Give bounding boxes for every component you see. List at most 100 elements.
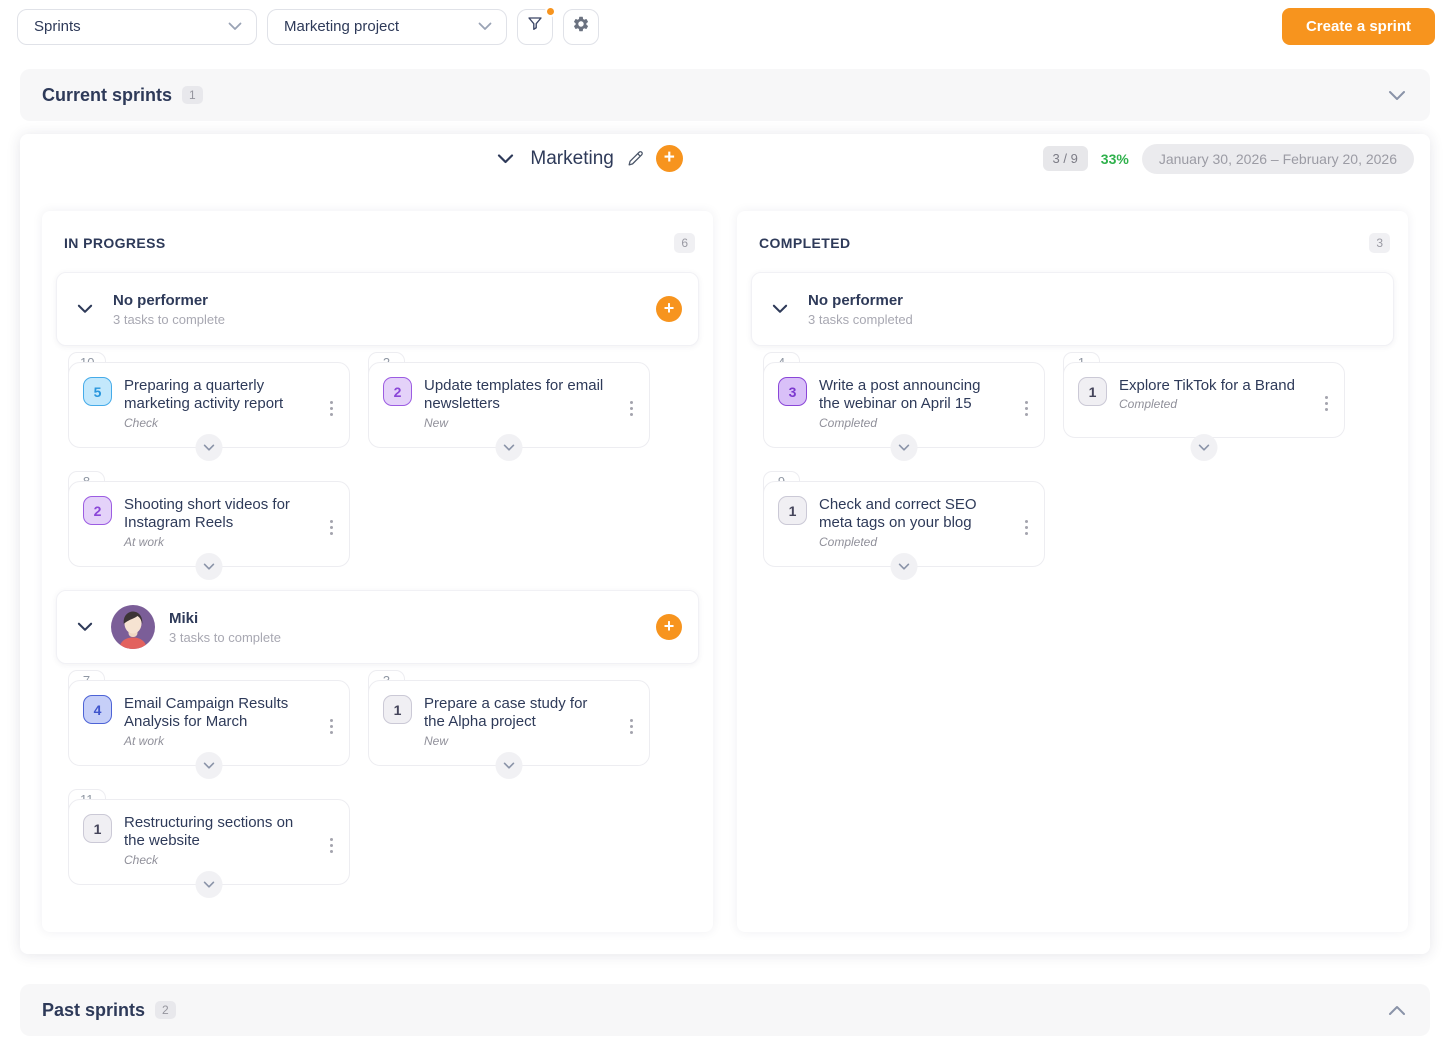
past-sprints-count-badge: 2 (155, 1001, 176, 1019)
settings-button[interactable] (563, 9, 599, 45)
sprints-view-select-value: Sprints (34, 18, 81, 35)
task-menu-icon[interactable] (322, 713, 341, 740)
priority-chip: 1 (778, 496, 807, 525)
priority-chip: 3 (778, 377, 807, 406)
priority-chip: 1 (383, 695, 412, 724)
task-title: Email Campaign Results Analysis for Marc… (124, 695, 310, 732)
task-menu-icon[interactable] (322, 395, 341, 422)
task-expand-chevron-icon[interactable] (196, 871, 223, 898)
sprint-progress-percent: 33% (1101, 151, 1129, 167)
group-name: Miki (169, 610, 281, 627)
task-expand-chevron-icon[interactable] (891, 434, 918, 461)
task-menu-icon[interactable] (1017, 514, 1036, 541)
task-expand-chevron-icon[interactable] (496, 752, 523, 779)
sprints-view-select[interactable]: Sprints (17, 9, 257, 45)
column-completed-header: COMPLETED 3 (751, 225, 1394, 253)
task-grid: 4 3 Write a post announcing the webinar … (763, 352, 1394, 580)
sprint-collapse-chevron-icon[interactable] (493, 150, 518, 168)
task-status: Completed (819, 535, 1005, 549)
gear-icon (572, 15, 590, 38)
task-title: Shooting short videos for Instagram Reel… (124, 496, 310, 533)
current-sprints-section-bar[interactable]: Current sprints 1 (20, 69, 1430, 121)
plus-icon: + (664, 148, 675, 167)
task-title: Write a post announcing the webinar on A… (819, 377, 1005, 414)
group-header: No performer 3 tasks to complete + (56, 272, 699, 346)
group-text: No performer 3 tasks to complete (113, 292, 225, 327)
group-subtitle: 3 tasks to complete (113, 312, 225, 327)
task-main: Write a post announcing the webinar on A… (819, 377, 1005, 430)
edit-pencil-icon[interactable] (624, 147, 647, 170)
task-status: Check (124, 416, 310, 430)
task-menu-icon[interactable] (1017, 395, 1036, 422)
task-card[interactable]: 1 Explore TikTok for a Brand Completed (1063, 362, 1345, 438)
chevron-up-icon[interactable] (1388, 1005, 1406, 1016)
task-menu-icon[interactable] (322, 832, 341, 859)
task-title: Check and correct SEO meta tags on your … (819, 496, 1005, 533)
task-main: Update templates for email newsletters N… (424, 377, 610, 430)
task-expand-chevron-icon[interactable] (196, 752, 223, 779)
sprint-date-range: January 30, 2026 – February 20, 2026 (1142, 144, 1414, 174)
task-expand-chevron-icon[interactable] (196, 434, 223, 461)
task-menu-icon[interactable] (622, 395, 641, 422)
chevron-down-icon (478, 18, 492, 35)
task-grid: 7 4 Email Campaign Results Analysis for … (68, 670, 699, 898)
past-sprints-title: Past sprints (42, 1000, 145, 1021)
task-status: New (424, 734, 610, 748)
group-add-task-button[interactable]: + (656, 296, 682, 322)
task-menu-icon[interactable] (1317, 390, 1336, 417)
task-status: Completed (819, 416, 1005, 430)
chevron-down-icon[interactable] (71, 616, 99, 638)
task-title: Explore TikTok for a Brand (1119, 377, 1305, 395)
task-main: Prepare a case study for the Alpha proje… (424, 695, 610, 748)
priority-chip: 1 (83, 814, 112, 843)
chevron-down-icon[interactable] (71, 298, 99, 320)
task-wrap: 9 1 Check and correct SEO meta tags on y… (763, 471, 1045, 580)
task-expand-chevron-icon[interactable] (891, 553, 918, 580)
current-sprints-count-badge: 1 (182, 86, 203, 104)
column-completed: COMPLETED 3 No performer 3 tasks complet… (737, 211, 1408, 932)
sprint-add-task-button[interactable]: + (656, 145, 683, 172)
group-name: No performer (808, 292, 913, 309)
filter-funnel-icon (526, 15, 544, 38)
priority-chip: 4 (83, 695, 112, 724)
group-no-performer-completed: No performer 3 tasks completed 4 3 Write… (751, 272, 1394, 580)
chevron-down-icon[interactable] (766, 298, 794, 320)
project-select-value: Marketing project (284, 18, 399, 35)
task-expand-chevron-icon[interactable] (196, 553, 223, 580)
sprint-progress-count: 3 / 9 (1043, 146, 1088, 171)
chevron-down-icon[interactable] (1388, 90, 1406, 101)
task-grid: 10 5 Preparing a quarterly marketing act… (68, 352, 699, 580)
current-sprints-title: Current sprints (42, 85, 172, 106)
plus-icon: + (664, 299, 675, 317)
filter-button[interactable] (517, 9, 553, 45)
group-no-performer: No performer 3 tasks to complete + 10 5 … (56, 272, 699, 580)
group-add-task-button[interactable]: + (656, 614, 682, 640)
past-sprints-section-bar[interactable]: Past sprints 2 (20, 984, 1430, 1036)
task-status: At work (124, 535, 310, 549)
task-expand-chevron-icon[interactable] (1191, 434, 1218, 461)
create-sprint-button[interactable]: Create a sprint (1282, 8, 1435, 45)
task-menu-icon[interactable] (622, 713, 641, 740)
task-menu-icon[interactable] (322, 514, 341, 541)
priority-chip: 1 (1078, 377, 1107, 406)
priority-chip: 2 (83, 496, 112, 525)
group-text: Miki 3 tasks to complete (169, 610, 281, 645)
task-title: Update templates for email newsletters (424, 377, 610, 414)
task-main: Shooting short videos for Instagram Reel… (124, 496, 310, 549)
group-subtitle: 3 tasks completed (808, 312, 913, 327)
task-main: Check and correct SEO meta tags on your … (819, 496, 1005, 549)
task-expand-chevron-icon[interactable] (496, 434, 523, 461)
task-main: Restructuring sections on the website Ch… (124, 814, 310, 867)
task-title: Restructuring sections on the website (124, 814, 310, 851)
task-wrap: 7 4 Email Campaign Results Analysis for … (68, 670, 350, 779)
column-title: COMPLETED (759, 235, 851, 251)
project-select[interactable]: Marketing project (267, 9, 507, 45)
task-wrap: 1 1 Explore TikTok for a Brand Completed (1063, 352, 1345, 461)
task-wrap: 10 5 Preparing a quarterly marketing act… (68, 352, 350, 461)
group-miki: Miki 3 tasks to complete + 7 4 Email Cam… (56, 590, 699, 898)
top-toolbar: Sprints Marketing project Create a sprin… (0, 0, 1450, 45)
task-main: Preparing a quarterly marketing activity… (124, 377, 310, 430)
task-wrap: 11 1 Restructuring sections on the websi… (68, 789, 350, 898)
group-subtitle: 3 tasks to complete (169, 630, 281, 645)
task-wrap: 8 2 Shooting short videos for Instagram … (68, 471, 350, 580)
